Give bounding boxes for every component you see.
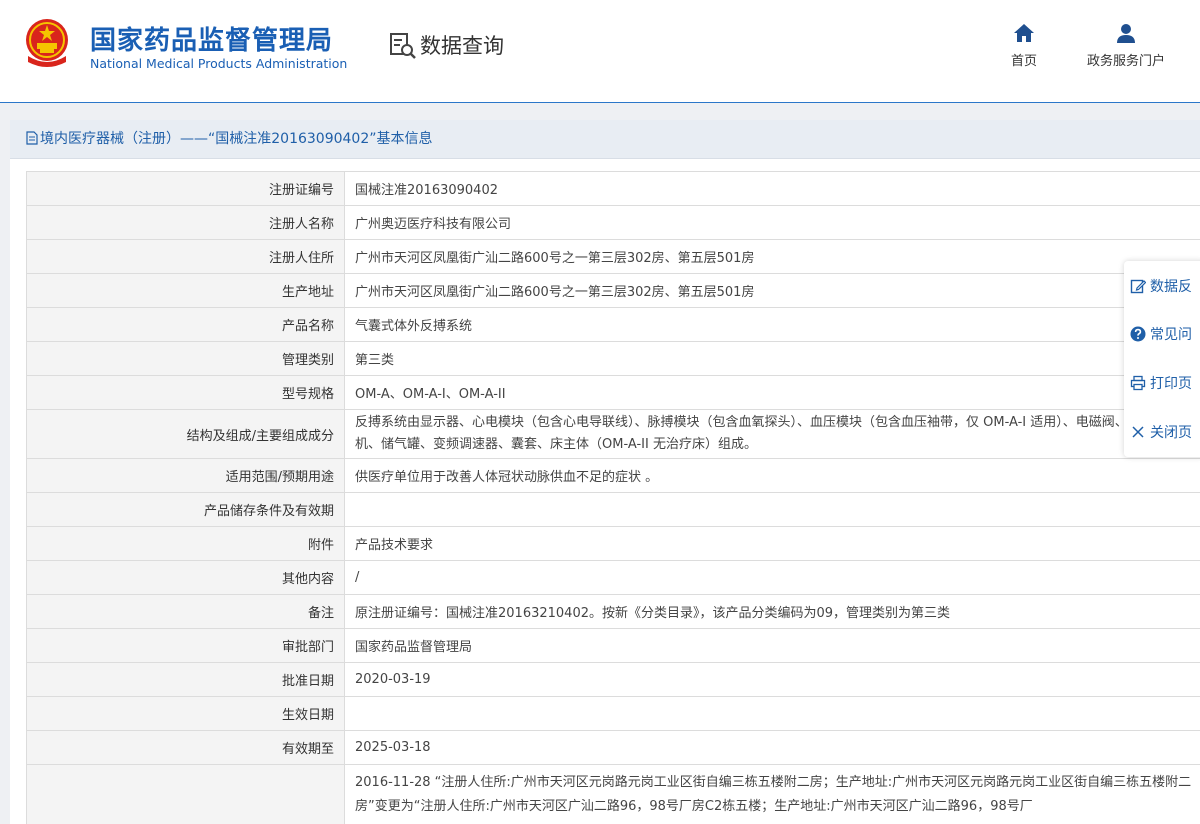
- table-row: 附件 产品技术要求: [26, 526, 1200, 561]
- row-value: 原注册证编号：国械注准20163210402。按新《分类目录》，该产品分类编码为…: [344, 594, 1200, 629]
- row-value: [344, 696, 1200, 731]
- row-value: 广州奥迈医疗科技有限公司: [344, 205, 1200, 240]
- question-circle-icon: [1130, 326, 1146, 342]
- row-value: [344, 492, 1200, 527]
- row-label: 产品名称: [26, 307, 345, 342]
- row-value: 第三类: [344, 341, 1200, 376]
- close-page-label: 关闭页: [1150, 425, 1192, 441]
- nav-home-label: 首页: [1010, 54, 1037, 69]
- org-name-en: National Medical Products Administration: [90, 56, 348, 71]
- row-label: 注册证编号: [26, 171, 345, 206]
- table-row: 生效日期: [26, 696, 1200, 731]
- row-label: 管理类别: [26, 341, 345, 376]
- row-label: 有效期至: [26, 730, 345, 765]
- row-label: 注册人名称: [26, 205, 345, 240]
- row-value: 气囊式体外反搏系统: [344, 307, 1200, 342]
- row-label: 附件: [26, 526, 345, 561]
- data-query-title: 数据查询: [420, 34, 504, 58]
- row-label: 注册人住所: [26, 239, 345, 274]
- data-query-icon: [390, 33, 416, 59]
- table-row: 有效期至 2025-03-18: [26, 730, 1200, 765]
- table-row: 适用范围/预期用途 供医疗单位用于改善人体冠状动脉供血不足的症状 。: [26, 458, 1200, 493]
- basic-info-table: 注册证编号 国械注准20163090402 注册人名称 广州奥迈医疗科技有限公司…: [26, 171, 1200, 824]
- row-value: 2025-03-18: [344, 730, 1200, 765]
- table-row: 生产地址 广州市天河区凤凰街广汕二路600号之一第三层302房、第五层501房: [26, 273, 1200, 308]
- panel-title: 境内医疗器械（注册）——“国械注准20163090402”基本信息: [40, 131, 433, 147]
- row-label: 备注: [26, 594, 345, 629]
- print-page-button[interactable]: 打印页: [1130, 372, 1192, 396]
- row-label: 产品储存条件及有效期: [26, 492, 345, 527]
- table-row: 产品储存条件及有效期: [26, 492, 1200, 527]
- close-page-button[interactable]: 关闭页: [1130, 421, 1192, 445]
- row-label: 批准日期: [26, 662, 345, 697]
- table-row: 注册人名称 广州奥迈医疗科技有限公司: [26, 205, 1200, 240]
- org-name-cn: 国家药品监督管理局: [90, 26, 334, 56]
- table-row: 备注 原注册证编号：国械注准20163210402。按新《分类目录》，该产品分类…: [26, 594, 1200, 629]
- row-label: 适用范围/预期用途: [26, 458, 345, 493]
- table-row: 批准日期 2020-03-19: [26, 662, 1200, 697]
- nav-service-portal-label: 政务服务门户: [1086, 54, 1165, 69]
- row-value: /: [344, 560, 1200, 595]
- nav-home[interactable]: 首页: [1004, 22, 1044, 69]
- table-row: 型号规格 OM-A、OM-A-I、OM-A-II: [26, 375, 1200, 410]
- edit-icon: [1130, 279, 1146, 294]
- table-row: 产品名称 气囊式体外反搏系统: [26, 307, 1200, 342]
- row-value: 国械注准20163090402: [344, 171, 1200, 206]
- row-value: 产品技术要求: [344, 526, 1200, 561]
- faq-label: 常见问: [1150, 327, 1192, 343]
- home-icon: [1014, 24, 1034, 42]
- row-value: 国家药品监督管理局: [344, 628, 1200, 663]
- detail-panel: 境内医疗器械（注册）——“国械注准20163090402”基本信息 注册证编号 …: [10, 120, 1200, 824]
- table-row: 其他内容 /: [26, 560, 1200, 595]
- row-label: 审批部门: [26, 628, 345, 663]
- table-row: 审批部门 国家药品监督管理局: [26, 628, 1200, 663]
- data-feedback-button[interactable]: 数据反: [1130, 275, 1192, 299]
- row-value: 2016-11-28 “注册人住所:广州市天河区元岗路元岗工业区街自编三栋五楼附…: [344, 764, 1200, 824]
- site-header: 国家药品监督管理局 National Medical Products Admi…: [0, 0, 1200, 103]
- panel-title-bar: 境内医疗器械（注册）——“国械注准20163090402”基本信息: [10, 120, 1200, 159]
- table-row: 管理类别 第三类: [26, 341, 1200, 376]
- printer-icon: [1130, 375, 1146, 391]
- table-row: 注册证编号 国械注准20163090402: [26, 171, 1200, 206]
- row-value: 反搏系统由显示器、心电模块（包含心电导联线）、脉搏模块（包含血氧探头）、血压模块…: [344, 409, 1200, 459]
- data-feedback-label: 数据反: [1150, 279, 1192, 295]
- table-row: 2016-11-28 “注册人住所:广州市天河区元岗路元岗工业区街自编三栋五楼附…: [26, 764, 1200, 824]
- close-icon: [1132, 426, 1144, 438]
- row-label: 结构及组成/主要组成成分: [26, 409, 345, 459]
- row-label: 生产地址: [26, 273, 345, 308]
- table-row: 注册人住所 广州市天河区凤凰街广汕二路600号之一第三层302房、第五层501房: [26, 239, 1200, 274]
- print-page-label: 打印页: [1150, 376, 1192, 392]
- row-value: OM-A、OM-A-I、OM-A-II: [344, 375, 1200, 410]
- row-value: 广州市天河区凤凰街广汕二路600号之一第三层302房、第五层501房: [344, 239, 1200, 274]
- document-icon: [26, 131, 38, 145]
- faq-button[interactable]: 常见问: [1130, 323, 1192, 347]
- user-icon: [1117, 24, 1135, 43]
- row-value: 供医疗单位用于改善人体冠状动脉供血不足的症状 。: [344, 458, 1200, 493]
- row-label: 其他内容: [26, 560, 345, 595]
- national-emblem-icon: [26, 19, 68, 67]
- row-value: 2020-03-19: [344, 662, 1200, 697]
- floating-side-toolbar: 数据反 常见问 打印页 关闭页: [1124, 261, 1200, 457]
- nav-service-portal[interactable]: 政务服务门户: [1076, 22, 1176, 69]
- table-row: 结构及组成/主要组成成分 反搏系统由显示器、心电模块（包含心电导联线）、脉搏模块…: [26, 409, 1200, 459]
- row-value: 广州市天河区凤凰街广汕二路600号之一第三层302房、第五层501房: [344, 273, 1200, 308]
- row-label: [26, 764, 345, 824]
- row-label: 生效日期: [26, 696, 345, 731]
- row-label: 型号规格: [26, 375, 345, 410]
